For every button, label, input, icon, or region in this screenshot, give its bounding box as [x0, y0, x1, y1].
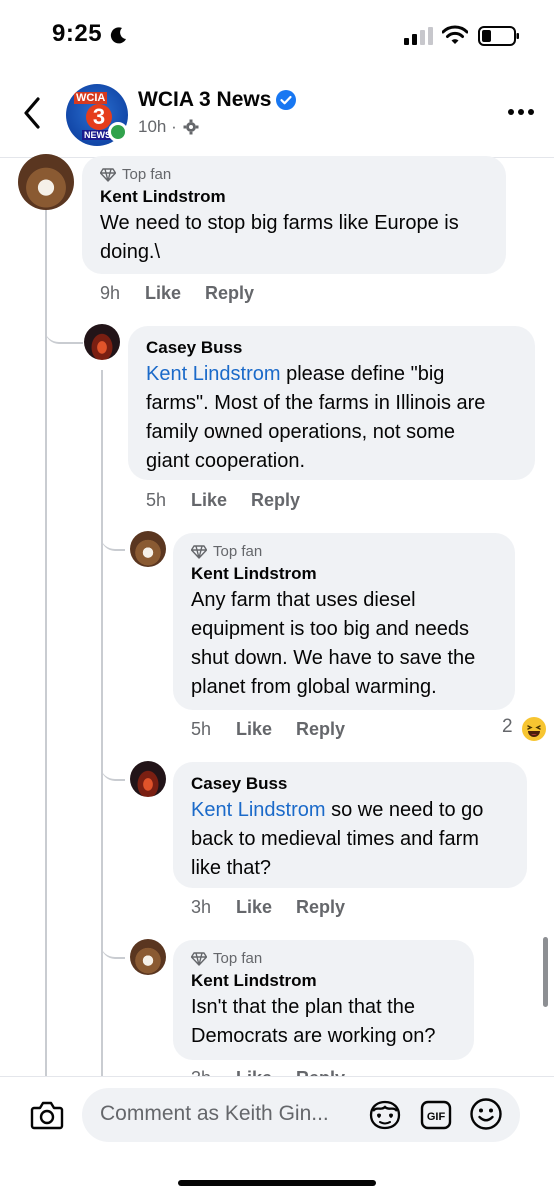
comment-bubble[interactable]: Top fan Kent Lindstrom Any farm that use… [173, 533, 515, 710]
reply-button[interactable]: Reply [205, 283, 254, 304]
comment-actions: 5h Like Reply [146, 490, 300, 511]
home-indicator [178, 1180, 376, 1186]
comment-time: 9h [100, 283, 121, 303]
comment-author[interactable]: Casey Buss [146, 338, 517, 358]
wifi-icon [442, 25, 468, 44]
status-time: 9:25 [52, 20, 103, 47]
top-fan-badge: Top fan [100, 166, 488, 183]
top-fan-label: Top fan [213, 950, 263, 967]
commenter-avatar[interactable] [18, 154, 74, 210]
mention-link[interactable]: Kent Lindstrom [191, 799, 326, 821]
comment-text: We need to stop big farms like Europe is… [100, 209, 488, 267]
comment-line: equipment is too big and needs [191, 618, 469, 640]
thread-line [45, 208, 47, 1078]
thread-connector [101, 933, 125, 959]
comment-line: shut down. We have to save the [191, 647, 476, 669]
signal-icon [404, 27, 433, 45]
top-fan-label: Top fan [213, 543, 263, 560]
comment-actions: 5h Like Reply [191, 719, 345, 740]
mention-link[interactable]: Kent Lindstrom [146, 363, 281, 385]
thread-connector [45, 318, 83, 344]
comment-line-rest: please define "big [280, 363, 445, 385]
comment-line: Kent Lindstrom please define "big [146, 360, 517, 389]
comment-bubble[interactable]: Casey Buss Kent Lindstrom so we need to … [173, 762, 527, 888]
svg-text:GIF: GIF [427, 1111, 446, 1123]
comment-line-rest: so we need to go [325, 799, 484, 821]
gif-icon[interactable]: GIF [420, 1100, 452, 1130]
reply-button[interactable]: Reply [251, 490, 300, 511]
comment-line: Democrats are working on? [191, 1025, 436, 1047]
haha-reaction-icon[interactable] [520, 715, 548, 743]
post-meta: 10h · [138, 117, 177, 136]
thread-line [101, 370, 103, 1078]
comment-line: back to medieval times and farm [191, 828, 479, 850]
battery-icon [478, 26, 519, 46]
commenter-avatar[interactable] [130, 761, 166, 797]
comment-text: Any farm that uses diesel equipment is t… [191, 586, 497, 702]
comment-author[interactable]: Casey Buss [191, 774, 509, 794]
back-arrow-icon[interactable] [20, 96, 46, 130]
online-status-dot [108, 122, 128, 142]
logo-wcia-text: WCIA [74, 92, 108, 104]
avatar-sticker-icon[interactable] [367, 1099, 403, 1131]
diamond-icon [100, 167, 116, 182]
top-fan-badge: Top fan [191, 950, 456, 967]
comment-line: giant cooperation. [146, 450, 306, 472]
more-options-icon[interactable] [506, 100, 536, 124]
comment-time: 3h [191, 897, 212, 917]
comment-bubble[interactable]: Casey Buss Kent Lindstrom please define … [128, 326, 535, 480]
commenter-avatar[interactable] [130, 531, 166, 567]
comment-text: Kent Lindstrom so we need to go back to … [191, 796, 509, 883]
comment-line: We need to stop big farms like Europe is [100, 212, 459, 234]
emoji-icon[interactable] [469, 1097, 503, 1131]
comment-actions: 3h Like Reply [191, 897, 345, 918]
comment-author[interactable]: Kent Lindstrom [191, 564, 497, 584]
scrollbar[interactable] [543, 937, 548, 1007]
reply-button[interactable]: Reply [296, 719, 345, 740]
comment-line: planet from global warming. [191, 676, 437, 698]
thread-connector [101, 525, 125, 551]
comment-line: like that? [191, 857, 272, 879]
comment-input-placeholder[interactable]: Comment as Keith Gin... [100, 1102, 329, 1126]
verified-badge-icon [276, 90, 296, 110]
comment-line: doing.\ [100, 241, 161, 263]
comment-author[interactable]: Kent Lindstrom [100, 187, 488, 207]
comment-text: Isn't that the plan that the Democrats a… [191, 993, 456, 1051]
comment-actions: 9h Like Reply [100, 283, 254, 304]
commenter-avatar[interactable] [130, 939, 166, 975]
thread-connector [101, 755, 125, 781]
page-name[interactable]: WCIA 3 News [138, 88, 271, 112]
logo-number: 3 [86, 104, 112, 130]
commenter-avatar[interactable] [84, 324, 120, 360]
gear-icon [183, 119, 199, 135]
like-button[interactable]: Like [191, 490, 251, 511]
comment-line: Isn't that the plan that the [191, 996, 415, 1018]
moon-icon [110, 27, 126, 44]
comment-time: 5h [146, 490, 167, 510]
comment-line: Any farm that uses diesel [191, 589, 416, 611]
reply-button[interactable]: Reply [296, 897, 345, 918]
comment-line: Kent Lindstrom so we need to go [191, 796, 509, 825]
diamond-icon [191, 951, 207, 966]
like-button[interactable]: Like [145, 283, 205, 304]
like-button[interactable]: Like [236, 719, 296, 740]
diamond-icon [191, 544, 207, 559]
comment-time: 5h [191, 719, 212, 739]
comment-line: family owned operations, not some [146, 421, 456, 443]
camera-icon[interactable] [30, 1100, 64, 1130]
like-button[interactable]: Like [236, 897, 296, 918]
top-fan-label: Top fan [122, 166, 172, 183]
comment-bubble[interactable]: Top fan Kent Lindstrom Isn't that the pl… [173, 940, 474, 1060]
comment-author[interactable]: Kent Lindstrom [191, 971, 456, 991]
comment-text: Kent Lindstrom please define "big farms"… [146, 360, 517, 476]
reaction-count[interactable]: 2 [502, 716, 513, 738]
comment-line: farms". Most of the farms in Illinois ar… [146, 392, 486, 414]
comment-bubble[interactable]: Top fan Kent Lindstrom We need to stop b… [82, 156, 506, 274]
top-fan-badge: Top fan [191, 543, 497, 560]
